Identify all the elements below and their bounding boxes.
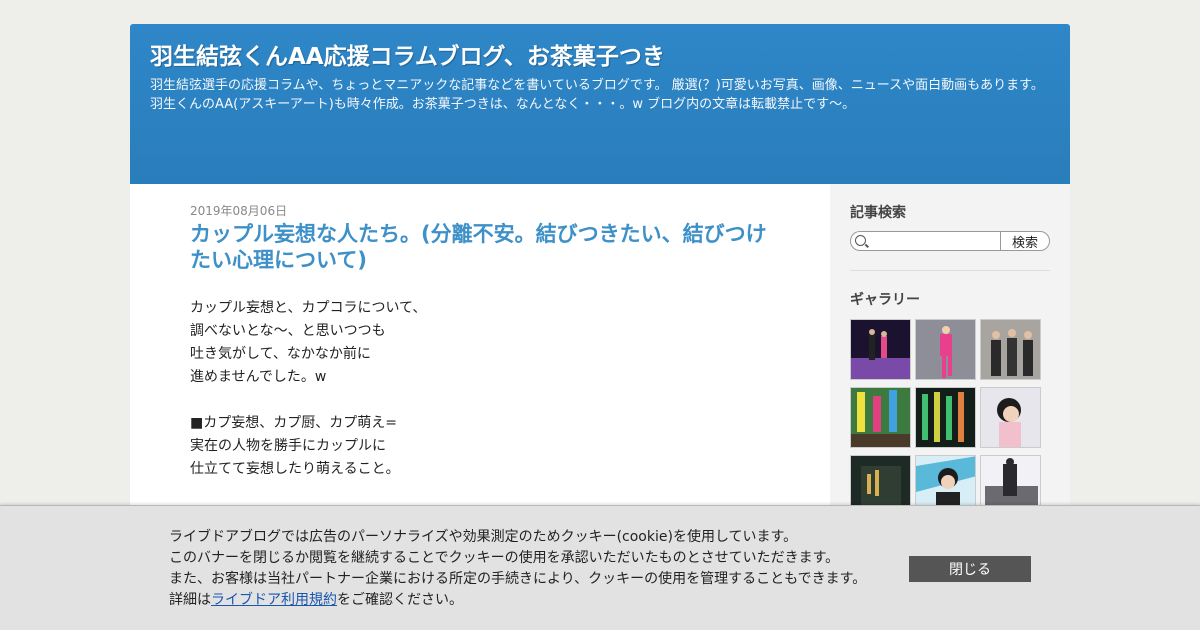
post-line: 吐き気がして、なかなか前に: [190, 346, 371, 362]
blog-header: 羽生結弦くんAA応援コラムブログ、お茶菓子つき 羽生結弦選手の応援コラムや、ちょ…: [130, 24, 1070, 184]
post-line: 実在の人物を勝手にカップルに: [190, 438, 386, 454]
gallery-thumb-tanabata-night[interactable]: [915, 387, 976, 448]
search-icon: [855, 235, 866, 246]
search-form: 検索: [850, 231, 1050, 251]
search-field[interactable]: [850, 231, 1000, 251]
blog-title[interactable]: 羽生結弦くんAA応援コラムブログ、お茶菓子つき: [150, 42, 1050, 72]
cookie-line: また、お客様は当社パートナー企業における所定の手続きにより、クッキーの使用を管理…: [169, 571, 867, 587]
cookie-line: ライブドアブログでは広告のパーソナライズや効果測定のためクッキー(cookie)…: [169, 529, 798, 545]
post-line: 進めませんでした。w: [190, 369, 327, 385]
gallery-thumb-skaters-group[interactable]: [980, 319, 1041, 380]
terms-link[interactable]: ライブドア利用規約: [211, 592, 337, 608]
blog-post: 2019年08月06日 カップル妄想な人たち。(分離不安。結びつきたい、結びつけ…: [190, 204, 780, 481]
cookie-details-suffix: をご確認ください。: [337, 592, 463, 608]
cookie-message: ライブドアブログでは広告のパーソナライズや効果測定のためクッキー(cookie)…: [169, 527, 866, 611]
post-title[interactable]: カップル妄想な人たち。(分離不安。結びつきたい、結びつけたい心理について): [190, 221, 780, 273]
post-line: カップル妄想と、カプコラについて、: [190, 300, 427, 316]
post-line: 仕立てて妄想したり萌えること。: [190, 461, 400, 477]
blog-description: 羽生結弦選手の応援コラムや、ちょっとマニアックな記事などを書いているブログです。…: [150, 78, 1044, 112]
gallery-heading: ギャラリー: [850, 292, 920, 308]
search-input[interactable]: [869, 233, 997, 249]
gallery-thumb-skating-pair[interactable]: [850, 319, 911, 380]
close-button[interactable]: 閉じる: [909, 556, 1031, 582]
search-button[interactable]: 検索: [1000, 231, 1050, 251]
gallery-thumb-skater-portrait[interactable]: [980, 387, 1041, 448]
cookie-line: このバナーを閉じるか閲覧を継続することでクッキーの使用を承認いただいたものとさせ…: [169, 550, 840, 566]
gallery-grid: [850, 319, 1050, 516]
post-date: 2019年08月06日: [190, 204, 288, 218]
cookie-banner: ライブドアブログでは広告のパーソナライズや効果測定のためクッキー(cookie)…: [0, 505, 1200, 630]
cookie-details-prefix: 詳細は: [169, 592, 211, 608]
cookie-line: 詳細はライブドア利用規約をご確認ください。: [169, 590, 866, 611]
search-heading: 記事検索: [850, 205, 906, 221]
post-line: ■カプ妄想、カプ厨、カプ萌え=: [190, 415, 397, 431]
gallery-thumb-skater-pink[interactable]: [915, 319, 976, 380]
post-line: 調べないとな～、と思いつつも: [190, 323, 386, 339]
gallery-thumb-tanabata-green[interactable]: [850, 387, 911, 448]
sidebar-divider: [850, 270, 1050, 271]
post-body: カップル妄想と、カプコラについて、 調べないとな～、と思いつつも 吐き気がして、…: [190, 297, 780, 481]
